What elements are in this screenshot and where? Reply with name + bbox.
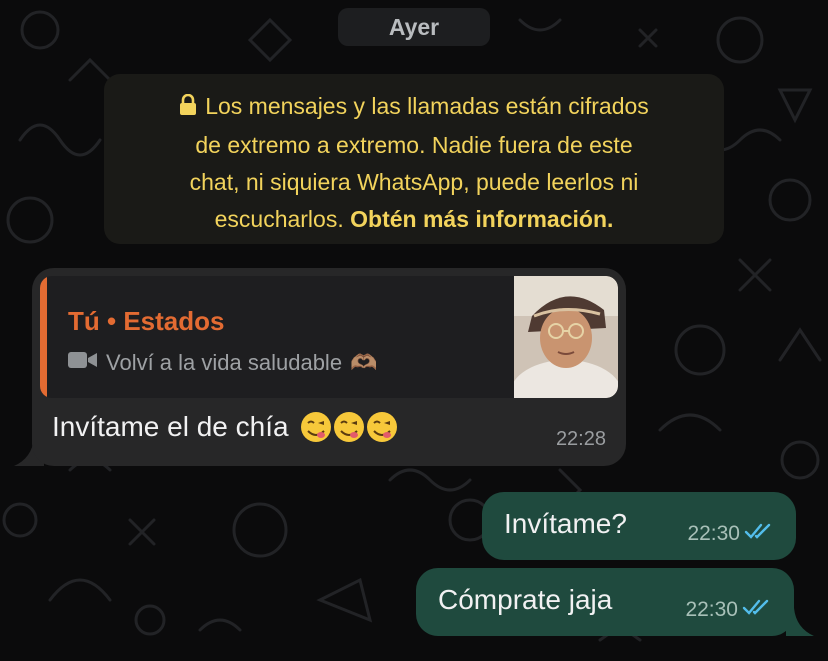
notice-text-line4-prefix: escucharlos. bbox=[214, 206, 344, 232]
learn-more-link[interactable]: Obtén más información. bbox=[350, 206, 613, 232]
outgoing-message[interactable]: Invítame? 22:30 bbox=[482, 492, 796, 560]
quote-caption: Volví a la vida saludable 🫶🏽 bbox=[68, 350, 377, 376]
incoming-message-text: Invítame el de chía bbox=[52, 410, 398, 451]
notice-text-line3: chat, ni siquiera WhatsApp, puede leerlo… bbox=[189, 169, 639, 195]
quote-accent-bar bbox=[40, 276, 47, 398]
notice-text-line2: de extremo a extremo. Nadie fuera de est… bbox=[195, 132, 633, 158]
outgoing-message[interactable]: Cómprate jaja 22:30 bbox=[416, 568, 794, 636]
incoming-message[interactable]: Tú • Estados Volví a la vida saludable 🫶… bbox=[32, 268, 626, 466]
hands-heart-emoji: 🫶🏽 bbox=[350, 350, 378, 375]
video-camera-icon bbox=[68, 350, 98, 376]
quote-caption-text: Volví a la vida saludable bbox=[106, 350, 343, 375]
yum-emoji-icon bbox=[300, 410, 398, 451]
outgoing-bubble-tail bbox=[786, 608, 814, 636]
quoted-status-reply[interactable]: Tú • Estados Volví a la vida saludable 🫶… bbox=[40, 276, 618, 398]
incoming-message-body: Invítame el de chía bbox=[52, 411, 289, 442]
date-separator-label: Ayer bbox=[388, 13, 440, 40]
quote-author: Tú • Estados bbox=[68, 306, 225, 336]
message-meta: 22:30 bbox=[687, 522, 774, 546]
encryption-notice-line: Los mensajes y las llamadas están cifrad… bbox=[128, 88, 700, 127]
lock-icon bbox=[179, 90, 197, 127]
outgoing-message-text: Invítame? bbox=[504, 508, 627, 539]
encryption-notice[interactable]: Los mensajes y las llamadas están cifrad… bbox=[104, 74, 724, 244]
message-meta: 22:30 bbox=[685, 598, 772, 622]
outgoing-message-time: 22:30 bbox=[685, 598, 738, 621]
date-separator: Ayer bbox=[338, 8, 490, 46]
incoming-message-time: 22:28 bbox=[555, 428, 606, 450]
outgoing-message-text: Cómprate jaja bbox=[438, 584, 613, 615]
notice-text-line4: escucharlos. Obtén más información. bbox=[128, 201, 700, 238]
status-photo-thumbnail[interactable] bbox=[514, 276, 618, 398]
double-check-icon bbox=[742, 598, 772, 622]
double-check-icon bbox=[744, 522, 774, 546]
outgoing-message-time: 22:30 bbox=[687, 522, 740, 545]
notice-text-line1: Los mensajes y las llamadas están cifrad… bbox=[205, 93, 649, 119]
